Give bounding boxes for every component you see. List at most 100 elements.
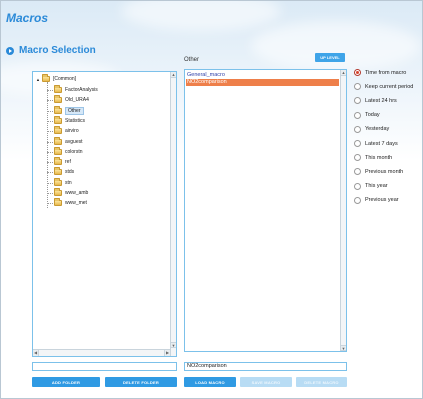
period-option[interactable]: This month <box>354 154 393 162</box>
tree-item[interactable]: FactorAnalysis <box>54 85 98 94</box>
current-folder-label: Other <box>184 57 200 63</box>
tree-connector <box>47 151 53 153</box>
scroll-left-icon[interactable]: ◀ <box>33 350 39 356</box>
expander-icon[interactable]: ▲ <box>36 77 40 82</box>
period-option-label: Time from macro <box>365 69 407 76</box>
tree-item[interactable]: Other <box>54 105 84 115</box>
tree-connector <box>47 90 53 91</box>
folder-icon <box>54 177 62 186</box>
scroll-up-icon[interactable]: ▲ <box>171 72 176 78</box>
tree-item-label: stn <box>65 179 72 186</box>
add-folder-button[interactable]: ADD FOLDER <box>32 377 100 387</box>
macro-vertical-scrollbar[interactable]: ▲ ▼ <box>340 70 346 351</box>
tree-item[interactable]: www_amb <box>54 188 89 197</box>
tree-vertical-scrollbar[interactable]: ▲ ▼ <box>170 72 176 356</box>
folder-name-field[interactable] <box>32 362 177 371</box>
tree-item-label: www_amb <box>65 190 89 196</box>
period-option[interactable]: Latest 24 hrs <box>354 97 397 105</box>
cloud-decoration <box>251 21 421 71</box>
folder-icon <box>54 188 62 196</box>
tree-item-label: avguest <box>65 138 83 145</box>
tree-item-label: www_met <box>65 200 87 207</box>
tree-connector <box>47 100 53 102</box>
period-option-label: This year <box>365 183 388 190</box>
tree-item[interactable]: Old_URA4 <box>54 95 89 104</box>
tree-root[interactable]: ▲ [Common] <box>36 74 77 83</box>
folder-icon <box>54 85 62 93</box>
tree-item[interactable]: airviro <box>54 126 79 135</box>
tree-item-label: FactorAnalysis <box>65 87 98 93</box>
scroll-right-icon[interactable]: ▶ <box>164 350 170 356</box>
radio-checked-icon[interactable] <box>354 69 361 76</box>
radio-unchecked-icon[interactable] <box>354 111 361 119</box>
period-option-label: Latest 24 hrs <box>365 97 397 104</box>
scroll-up-icon[interactable]: ▲ <box>341 70 346 76</box>
delete-macro-button[interactable]: DELETE MACRO <box>296 377 347 387</box>
folder-icon <box>54 198 62 207</box>
folder-icon <box>54 157 62 166</box>
tree-connector <box>47 131 53 133</box>
radio-unchecked-icon[interactable] <box>354 196 361 204</box>
tree-item[interactable]: stn <box>54 177 72 187</box>
delete-folder-button[interactable]: DELETE FOLDER <box>105 377 177 387</box>
radio-unchecked-icon[interactable] <box>354 125 361 133</box>
tree-item[interactable]: avguest <box>54 136 83 146</box>
tree-item[interactable]: ref <box>54 157 71 166</box>
tree-connector <box>47 172 53 174</box>
radio-unchecked-icon[interactable] <box>354 154 361 162</box>
scroll-down-icon[interactable]: ▼ <box>171 342 176 348</box>
macro-name-field[interactable]: NO2comparison <box>184 362 347 371</box>
period-option-label: Yesterday <box>365 126 390 133</box>
tree-root-label: [Common] <box>52 76 77 82</box>
period-option[interactable]: This year <box>354 182 388 190</box>
tree-connector <box>47 203 53 205</box>
tree-horizontal-scrollbar[interactable]: ◀ ▶ <box>33 349 170 356</box>
period-option[interactable]: Yesterday <box>354 125 390 133</box>
tree-item[interactable]: stds <box>54 167 75 176</box>
period-option[interactable]: Latest 7 days <box>354 140 398 147</box>
radio-unchecked-icon[interactable] <box>354 168 361 176</box>
folder-tree[interactable]: ▲ [Common] FactorAnalysis Old_URA4 Other Stat… <box>32 71 177 357</box>
section-title: Macro Selection <box>19 45 96 56</box>
period-option[interactable]: Previous month <box>354 168 403 176</box>
tree-item[interactable]: www_met <box>54 198 87 207</box>
folder-icon <box>41 74 50 82</box>
tree-item-label: Statistics <box>65 117 86 124</box>
save-macro-button[interactable]: SAVE MACRO <box>240 377 292 387</box>
tree-item-label: colorstn <box>65 148 83 155</box>
tree-connector <box>47 162 53 164</box>
period-option[interactable]: Today <box>354 111 380 119</box>
folder-icon <box>54 126 62 135</box>
macros-window: Macros Macro Selection Other UP LEVEL ▲ [… <box>0 0 423 399</box>
period-option[interactable]: Time from macro <box>354 69 406 76</box>
period-option-label: This month <box>365 154 393 161</box>
tree-item-label: Other <box>65 106 84 115</box>
tree-connector <box>47 110 53 112</box>
arrow-right-icon <box>6 46 14 55</box>
load-macro-button[interactable]: LOAD MACRO <box>184 377 236 387</box>
tree-connector <box>47 182 53 184</box>
tree-connector <box>47 193 53 194</box>
macro-item-no2comparison[interactable]: NO2comparison <box>186 79 339 86</box>
radio-unchecked-icon[interactable] <box>354 140 361 147</box>
period-option-label: Keep current period <box>365 83 414 90</box>
period-option-label: Latest 7 days <box>365 140 398 147</box>
tree-item-label: ref <box>65 159 71 166</box>
period-option-label: Today <box>365 112 380 119</box>
section-header: Macro Selection <box>6 45 96 56</box>
radio-unchecked-icon[interactable] <box>354 83 361 91</box>
period-option[interactable]: Previous year <box>354 196 399 204</box>
up-level-button[interactable]: UP LEVEL <box>315 53 345 62</box>
radio-unchecked-icon[interactable] <box>354 97 361 105</box>
tree-item[interactable]: colorstn <box>54 146 83 156</box>
tree-item-label: stds <box>65 169 75 176</box>
folder-icon <box>54 95 62 104</box>
period-option[interactable]: Keep current period <box>354 83 414 91</box>
macro-list[interactable]: General_macro NO2comparison ▲ ▼ <box>184 69 347 352</box>
tree-item[interactable]: Statistics <box>54 115 86 125</box>
folder-icon <box>54 167 62 176</box>
radio-unchecked-icon[interactable] <box>354 182 361 190</box>
page-title: Macros <box>6 11 49 25</box>
macro-item-general-macro[interactable]: General_macro <box>186 72 339 79</box>
scroll-down-icon[interactable]: ▼ <box>341 345 346 351</box>
